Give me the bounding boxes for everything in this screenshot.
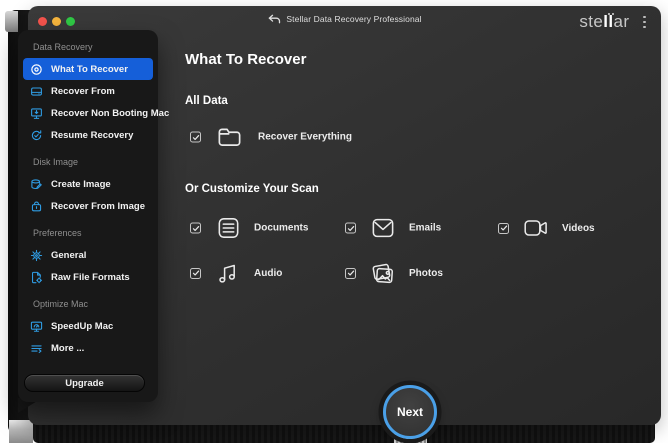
sidebar-item-what-to-recover[interactable]: What To Recover xyxy=(23,58,153,80)
sidebar-item-recover-from-image[interactable]: Recover From Image xyxy=(23,195,153,217)
folder-icon xyxy=(214,124,245,151)
check-icon xyxy=(192,133,200,141)
sidebar-item-resume-recovery[interactable]: Resume Recovery xyxy=(23,124,153,146)
stellar-logo: stellar xyxy=(579,12,629,32)
titlebar-right: stellar xyxy=(579,12,649,32)
emails-checkbox[interactable] xyxy=(345,223,356,234)
videos-label: Videos xyxy=(562,223,595,234)
emails-label: Emails xyxy=(409,223,441,234)
audio-checkbox[interactable] xyxy=(190,268,201,279)
emails-icon xyxy=(370,217,396,240)
sidebar: Data Recovery What To Recover Recover Fr… xyxy=(18,30,158,402)
box-tab-top-decoration xyxy=(5,11,18,32)
resume-refresh-icon xyxy=(29,128,43,142)
category-videos[interactable]: Videos xyxy=(498,217,595,239)
recover-everything-option[interactable]: Recover Everything xyxy=(190,124,352,151)
sidebar-item-raw-file-formats[interactable]: Raw File Formats xyxy=(23,266,153,288)
speedup-monitor-icon xyxy=(29,319,43,333)
check-icon xyxy=(500,224,508,232)
next-button[interactable]: Next xyxy=(383,385,437,439)
logo-dots xyxy=(608,13,614,15)
photos-label: Photos xyxy=(409,268,443,279)
recover-everything-label: Recover Everything xyxy=(258,132,352,143)
photos-stack-icon xyxy=(370,260,396,286)
check-icon xyxy=(192,224,200,232)
sidebar-section-data-recovery: Data Recovery xyxy=(33,42,143,52)
audio-note-icon xyxy=(215,260,241,286)
more-lines-icon xyxy=(29,341,43,355)
box-tab-bottom-decoration xyxy=(9,420,33,443)
documents-label: Documents xyxy=(254,223,308,234)
customize-heading: Or Customize Your Scan xyxy=(185,183,319,195)
sidebar-item-recover-non-booting-mac[interactable]: Recover Non Booting Mac xyxy=(23,102,153,124)
bag-icon xyxy=(29,199,43,213)
category-emails[interactable]: Emails xyxy=(345,217,441,240)
sidebar-item-speedup-mac[interactable]: SpeedUp Mac xyxy=(23,315,153,337)
kebab-menu-icon[interactable] xyxy=(640,14,649,31)
documents-checkbox[interactable] xyxy=(190,223,201,234)
sidebar-section-preferences: Preferences xyxy=(33,228,143,238)
target-icon xyxy=(29,62,43,76)
marketing-stage: Stellar Data Recovery Professional stell… xyxy=(0,0,668,443)
sidebar-item-recover-from[interactable]: Recover From xyxy=(23,80,153,102)
sidebar-section-disk-image: Disk Image xyxy=(33,157,143,167)
back-arrow-icon[interactable] xyxy=(267,14,280,24)
category-documents[interactable]: Documents xyxy=(190,216,308,241)
box-base-edge-decoration xyxy=(33,424,655,443)
sidebar-item-general[interactable]: General xyxy=(23,244,153,266)
photos-checkbox[interactable] xyxy=(345,268,356,279)
check-icon xyxy=(192,269,200,277)
check-icon xyxy=(347,224,355,232)
disk-pencil-icon xyxy=(29,177,43,191)
minimize-button[interactable] xyxy=(52,17,61,26)
gear-icon xyxy=(29,248,43,262)
drive-icon xyxy=(29,84,43,98)
sidebar-item-more[interactable]: More ... xyxy=(23,337,153,359)
all-data-heading: All Data xyxy=(185,95,228,107)
check-icon xyxy=(347,269,355,277)
page-title: What To Recover xyxy=(185,51,306,68)
monitor-arrow-icon xyxy=(29,106,43,120)
window-title: Stellar Data Recovery Professional xyxy=(286,14,421,24)
recover-everything-checkbox[interactable] xyxy=(190,132,201,143)
category-photos[interactable]: Photos xyxy=(345,260,443,286)
documents-icon xyxy=(215,216,241,241)
category-audio[interactable]: Audio xyxy=(190,260,282,286)
file-gear-icon xyxy=(29,270,43,284)
sidebar-section-optimize-mac: Optimize Mac xyxy=(33,299,143,309)
traffic-lights xyxy=(38,17,75,26)
window-title-group: Stellar Data Recovery Professional xyxy=(267,14,421,24)
videos-checkbox[interactable] xyxy=(498,223,509,234)
close-button[interactable] xyxy=(38,17,47,26)
zoom-button[interactable] xyxy=(66,17,75,26)
audio-label: Audio xyxy=(254,268,282,279)
upgrade-button[interactable]: Upgrade xyxy=(24,374,145,392)
sidebar-item-create-image[interactable]: Create Image xyxy=(23,173,153,195)
videos-icon xyxy=(523,217,549,239)
